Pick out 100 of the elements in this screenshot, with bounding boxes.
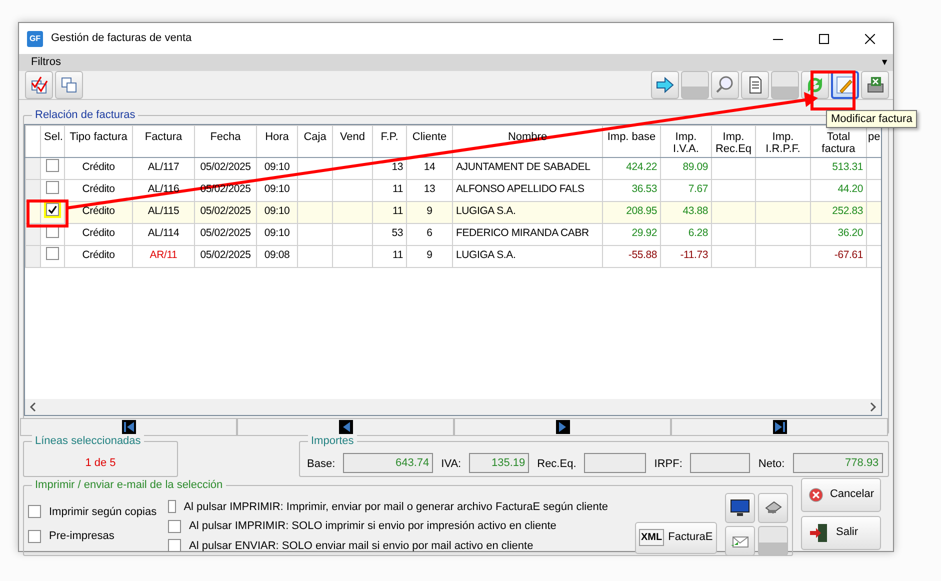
pencil-icon bbox=[835, 74, 855, 94]
checkbox[interactable] bbox=[46, 203, 59, 216]
table-cell: AJUNTAMENT DE SABADEL bbox=[456, 161, 590, 174]
table-cell: Crédito bbox=[82, 183, 115, 196]
xml-icon: XML bbox=[639, 529, 664, 546]
checkbox[interactable] bbox=[168, 520, 181, 533]
app-icon: GF bbox=[27, 30, 43, 46]
table-cell: 89.09 bbox=[682, 161, 708, 174]
icon-button[interactable] bbox=[725, 492, 755, 522]
filter-label[interactable]: Filtros bbox=[31, 54, 61, 70]
check-all-icon bbox=[29, 74, 49, 94]
column-header[interactable]: F.P. bbox=[380, 130, 398, 142]
window-title: Gestión de facturas de venta bbox=[51, 31, 193, 46]
table-cell: AL/116 bbox=[148, 183, 180, 196]
table-cell: 44.20 bbox=[838, 183, 863, 196]
checkbox[interactable] bbox=[46, 158, 59, 172]
table-cell: 29.92 bbox=[632, 227, 657, 240]
table-cell: 208.95 bbox=[626, 205, 657, 218]
table-cell: ALFONSO APELLIDO FALS bbox=[456, 183, 584, 196]
last-record-icon bbox=[772, 420, 786, 434]
field-label: IRPF: bbox=[654, 457, 682, 472]
amount-field: 778.93 bbox=[792, 452, 883, 472]
checkbox[interactable] bbox=[168, 539, 181, 552]
table-cell: 13 bbox=[392, 161, 403, 174]
scroll-right-icon bbox=[869, 402, 877, 412]
arrow-right-icon bbox=[655, 74, 675, 94]
group-title: Imprimir / enviar e-mail de la selección bbox=[32, 478, 226, 492]
table-cell: 14 bbox=[424, 161, 436, 174]
first-record-icon bbox=[122, 420, 136, 434]
amount-field bbox=[690, 452, 750, 472]
selected-count: 1 de 5 bbox=[85, 456, 116, 471]
column-header[interactable]: Fecha bbox=[210, 130, 241, 142]
checkbox[interactable] bbox=[168, 500, 176, 514]
amount-field: 135.19 bbox=[469, 452, 530, 472]
table-cell: 424.22 bbox=[626, 161, 657, 174]
table-cell: 7.67 bbox=[688, 183, 708, 196]
toolbar-button[interactable] bbox=[741, 70, 769, 98]
dropdown-arrow[interactable]: ▼ bbox=[880, 56, 889, 69]
table-cell: 11 bbox=[392, 249, 403, 262]
row-header bbox=[26, 179, 40, 201]
navigator-button[interactable] bbox=[237, 418, 454, 436]
exit-button[interactable]: Salir bbox=[801, 516, 881, 550]
table-cell: 05/02/2025 bbox=[200, 227, 251, 240]
group-title: Relación de facturas bbox=[32, 108, 138, 122]
table-cell: -11.73 bbox=[680, 249, 708, 262]
cancel-button[interactable]: Cancelar bbox=[801, 478, 881, 512]
monitor-icon bbox=[730, 498, 750, 518]
table-cell: 53 bbox=[392, 227, 403, 240]
table-cell: 6 bbox=[426, 227, 432, 240]
table-cell: 11 bbox=[392, 205, 403, 218]
table-cell: 05/02/2025 bbox=[200, 183, 251, 196]
maximize-icon bbox=[819, 34, 829, 44]
table-cell: 09:10 bbox=[264, 183, 290, 196]
checkbox[interactable] bbox=[46, 246, 59, 260]
table-cell: LUGIGA S.A. bbox=[456, 249, 516, 262]
table-cell: Crédito bbox=[82, 227, 115, 240]
table-cell: AL/115 bbox=[148, 205, 180, 218]
toolbar-button[interactable] bbox=[711, 70, 739, 98]
table-cell: AR/11 bbox=[150, 249, 178, 262]
navigator-button[interactable] bbox=[454, 418, 671, 436]
table-cell: 11 bbox=[392, 183, 403, 196]
checkbox[interactable] bbox=[28, 530, 41, 543]
uncheck-icon bbox=[59, 74, 79, 94]
search-icon bbox=[715, 74, 735, 94]
tooltip: Modificar factura bbox=[826, 110, 918, 128]
highlight-frame bbox=[810, 70, 856, 110]
navigator-button[interactable] bbox=[671, 418, 888, 436]
table-cell: 09:10 bbox=[264, 161, 290, 174]
toolbar-button[interactable] bbox=[651, 70, 679, 98]
exit-door-icon bbox=[808, 522, 830, 544]
option-label: Imprimir según copias bbox=[49, 504, 157, 520]
next-icon bbox=[556, 420, 570, 434]
table-cell: FEDERICO MIRANDA CABR bbox=[456, 227, 589, 240]
facturae-button[interactable]: XML FacturaE bbox=[635, 522, 717, 554]
table-cell: 252.83 bbox=[832, 205, 863, 218]
field-label: IVA: bbox=[441, 457, 462, 472]
group-title: Líneas seleccionadas bbox=[32, 434, 144, 448]
table-cell: 09:08 bbox=[264, 249, 290, 262]
table-cell: 05/02/2025 bbox=[200, 161, 251, 174]
table-cell: -67.61 bbox=[834, 249, 863, 262]
table-cell: Crédito bbox=[82, 249, 115, 262]
table-cell: LUGIGA S.A. bbox=[456, 205, 516, 218]
option-label: Al pulsar ENVIAR: SOLO enviar mail si envio por mail activo en cliente bbox=[189, 538, 534, 554]
toolbar-button[interactable] bbox=[55, 70, 83, 98]
toolbar-button[interactable] bbox=[25, 70, 53, 98]
previous-icon bbox=[338, 420, 352, 434]
option-label: Pre-impresas bbox=[49, 529, 114, 544]
field-label: Rec.Eq. bbox=[537, 457, 576, 472]
column-header[interactable]: Nombre bbox=[508, 130, 548, 142]
amount-field bbox=[584, 452, 646, 472]
checkbox[interactable] bbox=[46, 180, 59, 194]
table-cell: 36.53 bbox=[632, 183, 657, 196]
field-label: Neto: bbox=[758, 457, 785, 472]
horizontal-scrollbar[interactable] bbox=[25, 398, 881, 414]
toolbar-button[interactable] bbox=[861, 70, 889, 98]
table-cell: 36.20 bbox=[838, 227, 863, 240]
navigator-button[interactable] bbox=[20, 418, 237, 436]
option-label: Al pulsar IMPRIMIR: Imprimir, enviar por mail o generar archivo FacturaE según cliente bbox=[184, 500, 608, 514]
table-cell: AL/114 bbox=[148, 227, 180, 240]
checkbox[interactable] bbox=[28, 505, 41, 518]
